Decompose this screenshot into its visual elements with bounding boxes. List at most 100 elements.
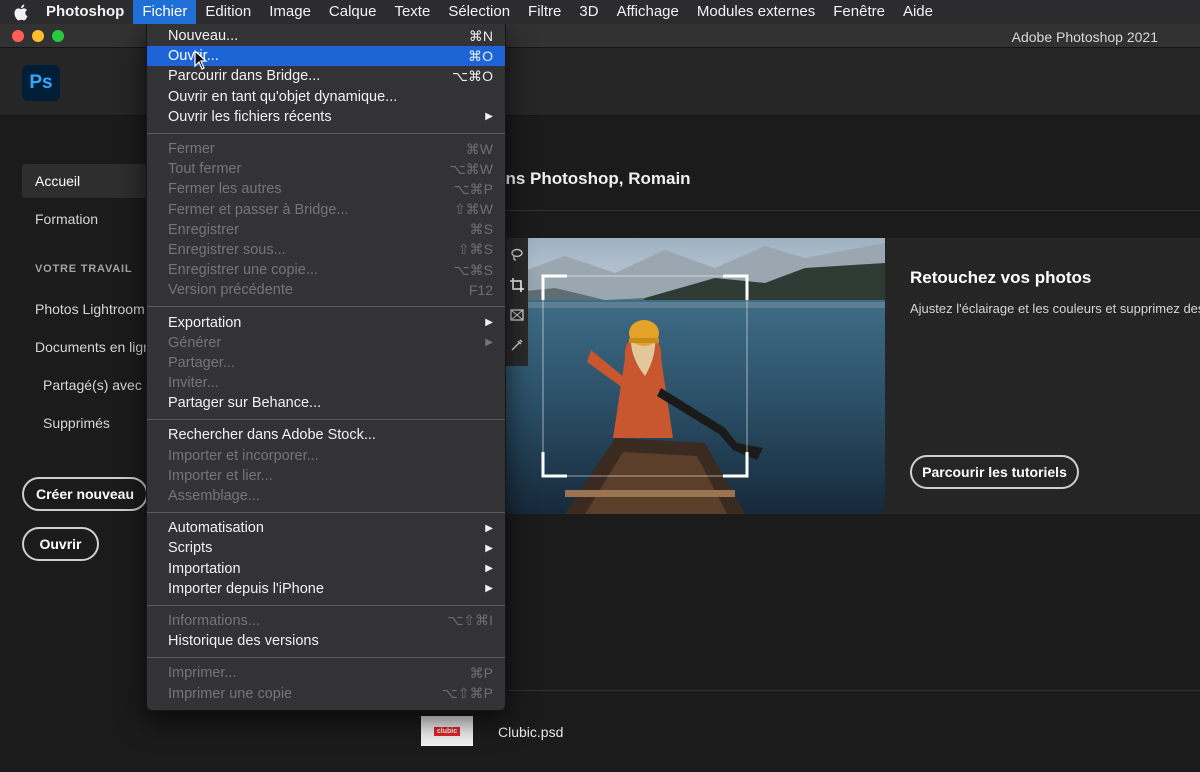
hero-title: Retouchez vos photos [910, 268, 1092, 287]
menubar-item-image[interactable]: Image [260, 0, 320, 24]
tool-strip [505, 238, 528, 366]
menubar-item-modules[interactable]: Modules externes [688, 0, 824, 24]
menubar-app-name[interactable]: Photoshop [40, 0, 133, 24]
close-window-button[interactable] [12, 30, 24, 42]
menu-item-shortcut: ⌥⌘S [453, 261, 493, 278]
menu-item-label: Ouvrir les fichiers récents [168, 108, 332, 125]
frame-icon [509, 308, 524, 327]
submenu-arrow-icon: ▶ [485, 542, 493, 554]
menu-item[interactable]: Importer depuis l'iPhone ▶ [147, 579, 505, 599]
recent-file-thumbnail[interactable]: clubic [421, 716, 473, 746]
menu-item: Version précédente F12 [147, 280, 505, 300]
lasso-icon [510, 248, 524, 267]
menu-item-label: Imprimer une copie [168, 685, 293, 702]
photoshop-logo[interactable]: Ps [22, 65, 60, 101]
menu-item-label: Automatisation [168, 520, 264, 537]
menubar-item-aide[interactable]: Aide [894, 0, 942, 24]
zoom-window-button[interactable] [52, 30, 64, 42]
menu-separator [147, 604, 505, 606]
menu-item-label: Enregistrer une copie... [168, 262, 318, 279]
menubar-item-calque[interactable]: Calque [320, 0, 386, 24]
menu-item-label: Importer et lier... [168, 467, 273, 484]
submenu-arrow-icon: ▶ [485, 522, 493, 534]
menu-item-label: Rechercher dans Adobe Stock... [168, 427, 376, 444]
menu-item-label: Parcourir dans Bridge... [168, 68, 321, 85]
sidebar-item-learn[interactable]: Formation [22, 202, 150, 236]
menu-item[interactable]: Ouvrir en tant qu'objet dynamique... [147, 87, 505, 107]
browse-tutorials-button[interactable]: Parcourir les tutoriels [910, 455, 1079, 489]
content-divider [496, 210, 1200, 211]
submenu-arrow-icon: ▶ [485, 317, 493, 329]
sidebar-item-home[interactable]: Accueil [22, 164, 150, 198]
menu-item-label: Enregistrer sous... [168, 241, 286, 258]
menu-item-label: Importation [168, 560, 241, 577]
recent-files-divider [403, 690, 1200, 691]
crop-icon [509, 277, 524, 297]
menu-item-label: Informations... [168, 612, 260, 629]
minimize-window-button[interactable] [32, 30, 44, 42]
sidebar: Accueil Formation VOTRE TRAVAIL Photos L… [0, 117, 150, 772]
menu-item: Informations... ⌥⇧⌘I [147, 611, 505, 631]
menu-item[interactable]: Ouvrir les fichiers récents ▶ [147, 107, 505, 127]
file-menu: Nouveau... ⌘N Ouvrir... ⌘O Parcourir dans Br… [146, 24, 506, 711]
menu-item[interactable]: Historique des versions [147, 631, 505, 651]
menubar-item-filtre[interactable]: Filtre [519, 0, 570, 24]
menu-item[interactable]: Exportation ▶ [147, 312, 505, 332]
menu-item-label: Scripts [168, 540, 213, 557]
recent-file-name[interactable]: Clubic.psd [498, 724, 563, 740]
menu-item-label: Tout fermer [168, 161, 242, 178]
menubar-item-affichage[interactable]: Affichage [608, 0, 688, 24]
menubar-item-edition[interactable]: Edition [196, 0, 260, 24]
menu-separator [147, 657, 505, 659]
hero-panel: Retouchez vos photos Ajustez l'éclairage… [885, 238, 1200, 514]
create-new-button[interactable]: Créer nouveau [22, 477, 148, 511]
menu-item[interactable]: Importation ▶ [147, 559, 505, 579]
submenu-arrow-icon: ▶ [485, 583, 493, 595]
menu-item-label: Assemblage... [168, 488, 260, 505]
submenu-arrow-icon: ▶ [485, 563, 493, 575]
menu-item: Fermer ⌘W [147, 139, 505, 159]
clubic-logo: clubic [433, 726, 461, 736]
menu-item-shortcut: ⇧⌘S [457, 241, 493, 258]
hero-image [505, 238, 885, 514]
menu-item: Tout fermer ⌥⌘W [147, 159, 505, 179]
menu-separator [147, 419, 505, 421]
submenu-arrow-icon: ▶ [485, 337, 493, 349]
menu-item[interactable]: Partager sur Behance... [147, 393, 505, 413]
menu-item-shortcut: ⌘S [469, 221, 493, 238]
open-button[interactable]: Ouvrir [22, 527, 99, 561]
menubar-item-3d[interactable]: 3D [570, 0, 607, 24]
apple-icon[interactable] [0, 4, 40, 21]
welcome-heading: ans Photoshop, Romain [496, 169, 691, 188]
menu-item-label: Ouvrir... [168, 48, 219, 65]
sidebar-item-shared[interactable]: Partagé(s) avec vous [22, 368, 150, 402]
menu-item-shortcut: ⌥⌘W [449, 160, 493, 177]
menu-item: Générer ▶ [147, 333, 505, 353]
menubar-item-fichier[interactable]: Fichier [133, 0, 197, 24]
sidebar-section-heading: VOTRE TRAVAIL [35, 263, 133, 275]
menu-item-label: Imprimer... [168, 665, 237, 682]
menu-item-label: Importer depuis l'iPhone [168, 580, 324, 597]
sidebar-item-cloud-documents[interactable]: Documents en ligne [22, 330, 150, 364]
menu-item-shortcut: F12 [468, 282, 493, 299]
menu-item[interactable]: Nouveau... ⌘N [147, 26, 505, 46]
menu-item: Imprimer... ⌘P [147, 663, 505, 683]
cursor-icon [194, 49, 208, 75]
menubar-item-selection[interactable]: Sélection [439, 0, 519, 24]
menu-item-label: Fermer [168, 141, 215, 158]
menubar-item-fenetre[interactable]: Fenêtre [824, 0, 894, 24]
menu-item: Assemblage... [147, 486, 505, 506]
menu-item[interactable]: Automatisation ▶ [147, 518, 505, 538]
menu-item-shortcut: ⌥⇧⌘I [447, 612, 493, 629]
menu-item-label: Enregistrer [168, 221, 239, 238]
menubar-item-texte[interactable]: Texte [385, 0, 439, 24]
menu-item-label: Inviter... [168, 375, 219, 392]
sidebar-item-deleted[interactable]: Supprimés [22, 406, 150, 440]
menu-item[interactable]: Rechercher dans Adobe Stock... [147, 425, 505, 445]
menu-item[interactable]: Scripts ▶ [147, 538, 505, 558]
sidebar-item-lightroom[interactable]: Photos Lightroom [22, 292, 150, 326]
menu-item-label: Historique des versions [168, 633, 319, 650]
menu-item-label: Fermer les autres [168, 181, 282, 198]
menu-item: Fermer les autres ⌥⌘P [147, 179, 505, 199]
submenu-arrow-icon: ▶ [485, 111, 493, 123]
